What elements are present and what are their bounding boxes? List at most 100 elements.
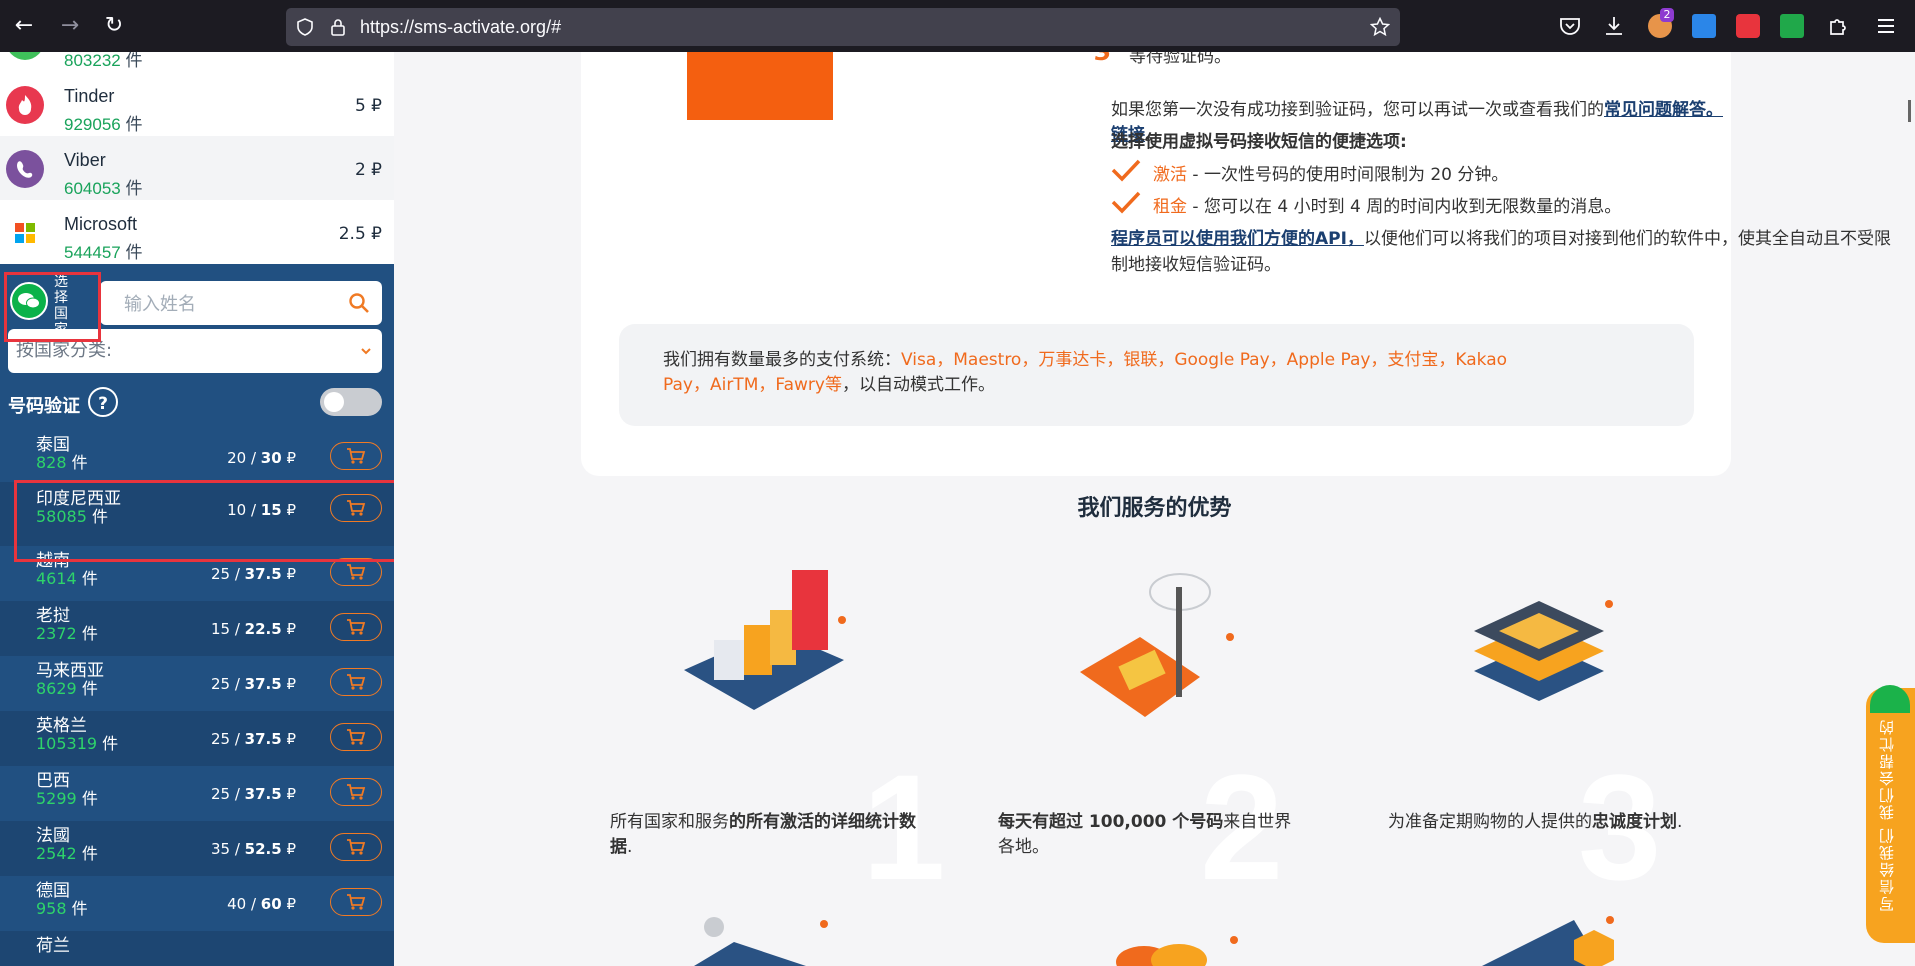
- advantage-1-text: 所有国家和服务的所有激活的详细统计数据.: [610, 812, 916, 857]
- extension-keyboard-icon[interactable]: [1780, 14, 1804, 38]
- url-bar[interactable]: https://sms-activate.org/#: [286, 8, 1400, 46]
- country-search-box[interactable]: [100, 281, 382, 327]
- country-row[interactable]: 泰国 828 件 20 / 30 ₽: [0, 430, 394, 485]
- rent-option: 租金 - 您可以在 4 小时到 4 周的时间内收到无限数量的消息。: [1153, 197, 1622, 217]
- back-icon[interactable]: ←: [8, 10, 40, 42]
- country-price: 10 / 15 ₽: [227, 501, 296, 519]
- service-row-viber[interactable]: Viber 604053 件 2 ₽: [0, 136, 394, 200]
- service-row-tinder[interactable]: Tinder 929056 件 5 ₽: [0, 72, 394, 136]
- bookmark-star-icon[interactable]: [1370, 17, 1390, 37]
- buy-cart-button[interactable]: [330, 558, 382, 586]
- country-name: 巴西 5299 件: [36, 771, 98, 808]
- country-row[interactable]: 老挝 2372 件 15 / 22.5 ₽: [0, 601, 394, 656]
- api-link[interactable]: 程序员可以使用我们方便的API，: [1111, 229, 1364, 249]
- country-row[interactable]: 越南 4614 件 25 / 37.5 ₽: [0, 546, 394, 601]
- country-price: 25 / 37.5 ₽: [210, 565, 296, 583]
- menu-hamburger-icon[interactable]: [1874, 14, 1898, 38]
- instructions-card: 3 等待验证码。 如果您第一次没有成功接到验证码，您可以再试一次或查看我们的常见…: [581, 52, 1891, 476]
- service-row-microsoft[interactable]: Microsoft 544457 件 2.5 ₽: [0, 200, 394, 264]
- service-price: 2.5 ₽: [338, 224, 382, 244]
- extension-user-icon[interactable]: [1692, 14, 1716, 38]
- check-icon: [1111, 191, 1141, 214]
- buy-cart-button[interactable]: [330, 442, 382, 470]
- pocket-icon[interactable]: [1558, 14, 1582, 38]
- coins-illustration: [1116, 936, 1238, 966]
- sim-tower-illustration: [1080, 573, 1234, 717]
- payment-text: 我们拥有数量最多的支付系统：Visa，Maestro，万事达卡，银联，Googl…: [663, 350, 1508, 395]
- country-name: 荷兰: [36, 936, 70, 956]
- buy-cart-button[interactable]: [330, 494, 382, 522]
- country-count: 958 件: [36, 899, 88, 918]
- country-name: 越南 4614 件: [36, 551, 98, 588]
- buy-cart-button[interactable]: [330, 778, 382, 806]
- buy-cart-button[interactable]: [330, 888, 382, 916]
- viber-icon: [6, 150, 44, 188]
- country-price: 25 / 37.5 ₽: [210, 675, 296, 693]
- country-category-select[interactable]: 按国家分类:: [8, 329, 382, 373]
- lock-icon[interactable]: [330, 17, 346, 37]
- shield-icon[interactable]: [296, 18, 314, 36]
- extensions-puzzle-icon[interactable]: [1826, 14, 1850, 38]
- sidebar: 803232 件 Tinder 929056 件 5 ₽ Viber 60405…: [0, 52, 394, 966]
- service-row[interactable]: 803232 件: [0, 52, 394, 72]
- country-row[interactable]: 英格兰 105319 件 25 / 37.5 ₽: [0, 711, 394, 766]
- country-price: 25 / 37.5 ₽: [210, 730, 296, 748]
- reload-icon[interactable]: ↻: [98, 10, 130, 42]
- country-name: 德国 958 件: [36, 881, 88, 918]
- cart-icon: [347, 729, 366, 745]
- country-count: 2372 件: [36, 624, 98, 643]
- country-row[interactable]: 德国 958 件 40 / 60 ₽: [0, 876, 394, 931]
- country-row[interactable]: 法國 2542 件 35 / 52.5 ₽: [0, 821, 394, 876]
- activation-option: 激活 - 一次性号码的使用时间限制为 20 分钟。: [1153, 165, 1509, 185]
- tinder-icon: [6, 86, 44, 124]
- buy-cart-button[interactable]: [330, 613, 382, 641]
- country-search-input[interactable]: [122, 281, 336, 327]
- url-text[interactable]: https://sms-activate.org/#: [360, 8, 561, 46]
- service-price: 5 ₽: [354, 96, 382, 116]
- toggle-knob: [324, 392, 344, 412]
- chevron-down-icon: [361, 348, 371, 355]
- service-count: 604053 件: [64, 179, 143, 198]
- buy-cart-button[interactable]: [330, 833, 382, 861]
- download-icon[interactable]: [1602, 14, 1626, 38]
- advantage-3-text: 为准备定期购物的人提供的忠诚度计划.: [1388, 812, 1683, 832]
- country-name: 法國 2542 件: [36, 826, 98, 863]
- main-content: 3 等待验证码。 如果您第一次没有成功接到验证码，您可以再试一次或查看我们的常见…: [394, 52, 1915, 966]
- service-count: 929056 件: [64, 115, 143, 134]
- country-price: 25 / 37.5 ₽: [210, 785, 296, 803]
- service-count: 803232 件: [64, 52, 143, 70]
- cart-icon: [347, 448, 366, 464]
- verification-toggle[interactable]: [320, 388, 382, 416]
- country-name: 英格兰 105319 件: [36, 716, 119, 753]
- country-category-label: 按国家分类:: [16, 340, 113, 361]
- country-name: 印度尼西亚 58085 件: [36, 489, 121, 526]
- service-count: 544457 件: [64, 243, 143, 262]
- api-paragraph: 程序员可以使用我们方便的API，以便他们可以将我们的项目对接到他们的软件中，使其…: [1111, 229, 1891, 275]
- card-illustration: [687, 52, 833, 120]
- extension-camera-icon[interactable]: [1736, 14, 1760, 38]
- country-row[interactable]: 荷兰: [0, 931, 394, 966]
- browser-toolbar: ← → ↻ https://sms-activate.org/# 2: [0, 0, 1915, 52]
- feedback-text: 写信给我们 我们会帮忙的: [1878, 718, 1896, 912]
- help-icon[interactable]: ?: [88, 387, 118, 417]
- country-row[interactable]: 巴西 5299 件 25 / 37.5 ₽: [0, 766, 394, 821]
- feedback-tab[interactable]: 写信给我们 我们会帮忙的: [1866, 688, 1915, 943]
- country-count: 8629 件: [36, 679, 98, 698]
- service-name: Tinder: [64, 86, 115, 106]
- forward-icon[interactable]: →: [54, 10, 86, 42]
- cart-icon: [347, 674, 366, 690]
- buy-cart-button[interactable]: [330, 723, 382, 751]
- country-row[interactable]: 印度尼西亚 58085 件 10 / 15 ₽: [0, 482, 394, 546]
- country-name: 泰国 828 件: [36, 435, 88, 472]
- extension-badge: 2: [1660, 8, 1674, 22]
- search-icon[interactable]: [348, 292, 370, 314]
- country-row[interactable]: 马来西亚 8629 件 25 / 37.5 ₽: [0, 656, 394, 711]
- country-price: 15 / 22.5 ₽: [210, 620, 296, 638]
- cart-icon: [347, 619, 366, 635]
- statistics-illustration: [684, 570, 846, 710]
- scrollbar-thumb[interactable]: [1908, 100, 1911, 122]
- country-count: 4614 件: [36, 569, 98, 588]
- country-count: 58085 件: [36, 507, 109, 526]
- wechat-icon[interactable]: [10, 282, 48, 320]
- buy-cart-button[interactable]: [330, 668, 382, 696]
